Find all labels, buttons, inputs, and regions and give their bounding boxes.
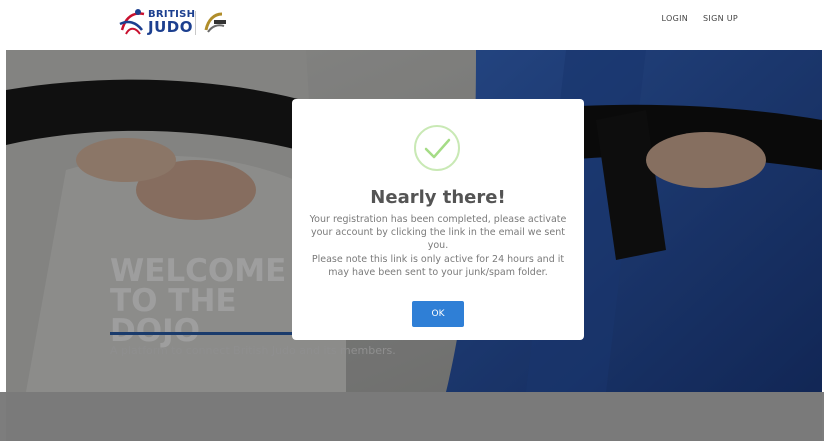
top-nav: LOGIN SIGN UP (662, 14, 738, 23)
modal-message-activation: Your registration has been completed, pl… (309, 214, 567, 251)
login-link[interactable]: LOGIN (662, 14, 689, 23)
success-check-icon (414, 125, 460, 171)
ok-button[interactable]: OK (412, 301, 464, 327)
modal-title: Nearly there! (370, 187, 506, 208)
footer-section (6, 392, 822, 441)
page-footer-band (0, 392, 824, 441)
header: BRITISH JUDO LOGIN SIGN UP (0, 0, 824, 50)
brand-wordmark: BRITISH JUDO (148, 9, 195, 35)
logo-divider (195, 11, 196, 35)
judoka-logo-icon (119, 9, 145, 35)
registration-success-modal: Nearly there! Your registration has been… (292, 99, 584, 340)
brand-line2: JUDO (148, 18, 193, 36)
modal-message-expiry: Please note this link is only active for… (311, 254, 565, 278)
signup-link[interactable]: SIGN UP (703, 14, 738, 23)
partner-logo-icon (204, 12, 226, 33)
british-judo-logo[interactable]: BRITISH JUDO (118, 6, 238, 40)
